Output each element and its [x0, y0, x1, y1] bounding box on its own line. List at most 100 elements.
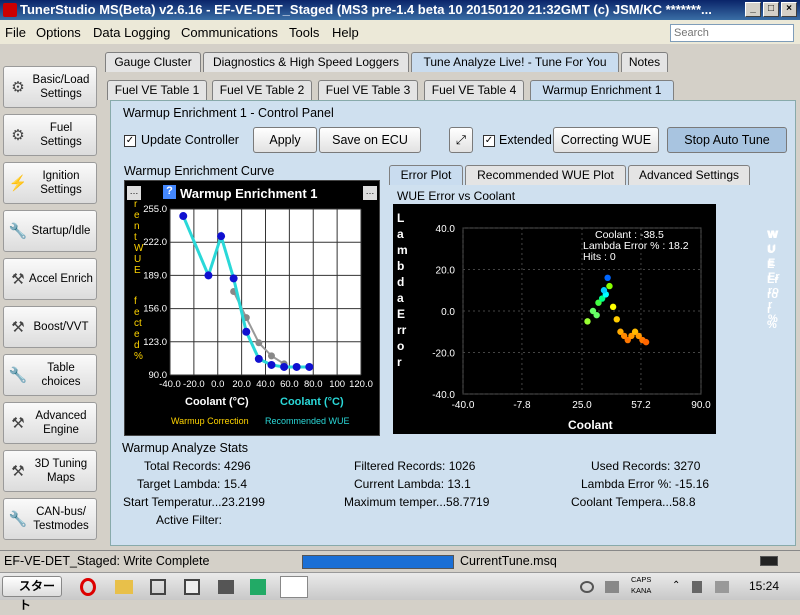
terminal-icon[interactable]: [218, 580, 234, 594]
taskbar: スタート CAPS KANA ⌃ 15:24: [0, 572, 800, 612]
warmup-correction-point: [267, 360, 276, 369]
options-icon[interactable]: …: [363, 186, 377, 200]
tab-diagnostics[interactable]: Diagnostics & High Speed Loggers: [203, 52, 409, 72]
search-input[interactable]: [670, 24, 794, 42]
engine-icon: ⚙: [11, 127, 25, 144]
warmup-correction-point: [217, 232, 226, 241]
tab-notes[interactable]: Notes: [621, 52, 668, 72]
curve-ylabel-right: fected %: [134, 296, 143, 362]
tab-advanced-settings[interactable]: Advanced Settings: [628, 165, 750, 185]
sidebar-item-label: Ignition Settings: [40, 170, 82, 196]
engine-icon: ⚙: [11, 79, 25, 96]
sidebar-item-boost-vvt[interactable]: ⚒ Boost/VVT: [3, 306, 97, 348]
warmup-correction-point: [280, 362, 289, 371]
error-plot-chart: 40.0 20.0 0.0 -20.0 -40.0 -40.0 -7.8 25.0 57.2 90…: [393, 204, 780, 434]
stat-target-lambda: Target Lambda: 15.4: [137, 477, 248, 491]
sidebar-item-3d-tuning-maps[interactable]: ⚒ 3D Tuning Maps: [3, 450, 97, 492]
tab-error-plot[interactable]: Error Plot: [389, 165, 463, 185]
tab-fuel-ve-3[interactable]: Fuel VE Table 3: [318, 80, 418, 100]
wrench-icon: 🔧: [8, 223, 28, 240]
legend-warmup-correction: Warmup Correction: [171, 416, 249, 426]
sidebar-item-table-choices[interactable]: 🔧 Table choices: [3, 354, 97, 396]
app-icon-2[interactable]: [150, 579, 166, 595]
apply-button[interactable]: Apply: [253, 127, 317, 153]
tab-tune-analyze[interactable]: Tune Analyze Live! - Tune For You: [411, 52, 619, 72]
sidebar-item-label: Advanced Engine: [35, 410, 87, 436]
network-icon[interactable]: [715, 581, 729, 593]
menu-data-logging[interactable]: Data Logging: [93, 25, 170, 40]
error-section-title: WUE Error vs Coolant: [397, 189, 516, 203]
fullscreen-icon[interactable]: ⤢: [449, 127, 473, 153]
tab-gauge-cluster[interactable]: Gauge Cluster: [105, 52, 201, 72]
opera-icon[interactable]: [80, 578, 96, 596]
folder-icon[interactable]: [115, 580, 133, 594]
y-tick-label: 156.0: [143, 304, 167, 315]
status-message: EF-VE-DET_Staged: Write Complete: [4, 554, 210, 568]
curve-ylabel-left: rent WUE: [134, 199, 144, 276]
tab-recommended-wue[interactable]: Recommended WUE Plot: [465, 165, 626, 185]
menu-options[interactable]: Options: [36, 25, 81, 40]
tools-icon: ⚒: [11, 271, 25, 288]
error-point: [593, 311, 600, 319]
error-x-tick: 57.2: [631, 400, 651, 411]
maximize-button[interactable]: □: [763, 2, 779, 17]
caps-indicator: CAPS: [631, 575, 652, 584]
minimize-button[interactable]: _: [745, 2, 761, 17]
sidebar-item-label: Startup/Idle: [31, 225, 91, 237]
error-point: [584, 318, 591, 325]
curve-section-title: Warmup Enrichment Curve: [124, 164, 275, 178]
stat-total-records: Total Records: 4296: [144, 459, 251, 473]
sidebar-item-fuel-settings[interactable]: ⚙ Fuel Settings: [3, 114, 97, 156]
start-button[interactable]: スタート: [2, 576, 62, 612]
extended-checkbox[interactable]: ✓: [483, 135, 495, 147]
tools-icon: ⚒: [11, 415, 25, 432]
x-tick-label: 100: [329, 379, 345, 390]
save-ecu-button[interactable]: Save on ECU: [319, 127, 421, 153]
close-button[interactable]: ×: [781, 2, 797, 17]
y-tick-label: 255.0: [143, 204, 167, 215]
error-x-tick: -7.8: [513, 400, 531, 411]
tab-fuel-ve-4[interactable]: Fuel VE Table 4: [424, 80, 524, 100]
y-tick-label: 123.0: [143, 337, 167, 348]
menu-help[interactable]: Help: [332, 25, 359, 40]
sidebar-item-label: Basic/Load Settings: [32, 74, 90, 100]
tunerstudio-task-icon[interactable]: [280, 576, 308, 598]
status-file: CurrentTune.msq: [460, 554, 557, 568]
sidebar-item-advanced-engine[interactable]: ⚒ Advanced Engine: [3, 402, 97, 444]
menu-icon[interactable]: …: [127, 186, 141, 200]
stop-auto-tune-button[interactable]: Stop Auto Tune: [667, 127, 787, 153]
sidebar-item-can-bus-testmodes[interactable]: 🔧 CAN-bus/ Testmodes: [3, 498, 97, 540]
curve-xlabel-2: Coolant (°C): [280, 396, 344, 408]
stat-start-temp: Start Temperatur...23.2199: [123, 495, 265, 509]
volume-icon[interactable]: [692, 581, 702, 593]
monitor-icon[interactable]: [250, 579, 266, 595]
tab-warmup-enrichment[interactable]: Warmup Enrichment 1: [530, 80, 674, 100]
hammer-icon: ⚒: [11, 463, 25, 480]
sidebar-item-accel-enrich[interactable]: ⚒ Accel Enrich: [3, 258, 97, 300]
tray-icon-2[interactable]: [605, 581, 619, 593]
tab-fuel-ve-2[interactable]: Fuel VE Table 2: [212, 80, 312, 100]
chart-app-icon[interactable]: [184, 579, 200, 595]
tab-fuel-ve-1[interactable]: Fuel VE Table 1: [107, 80, 207, 100]
warmup-correction-point: [254, 354, 263, 363]
legend-recommended-wue: Recommended WUE: [265, 416, 350, 426]
sidebar-item-ignition-settings[interactable]: ⚡ Ignition Settings: [3, 162, 97, 204]
error-point: [604, 274, 611, 281]
help-icon[interactable]: ?: [163, 185, 176, 199]
menu-file[interactable]: File: [5, 25, 26, 40]
x-tick-label: 120.0: [349, 379, 373, 390]
tray-icon-1[interactable]: [580, 581, 594, 593]
sidebar-item-startup-idle[interactable]: 🔧 Startup/Idle: [3, 210, 97, 252]
title-bar: TunerStudio MS(Beta) v2.6.16 - EF-VE-DET…: [0, 0, 800, 20]
error-tooltip-line: Hits : 0: [583, 251, 616, 263]
sidebar-item-basic-load-settings[interactable]: ⚙ Basic/Load Settings: [3, 66, 97, 108]
correcting-wue-button[interactable]: Correcting WUE: [553, 127, 659, 153]
chevron-up-icon[interactable]: ⌃: [672, 580, 680, 591]
extended-label: Extended: [499, 133, 552, 147]
x-tick-label: 40.0: [256, 379, 275, 390]
menu-communications[interactable]: Communications: [181, 25, 278, 40]
curve-title: Warmup Enrichment 1: [180, 186, 318, 201]
stat-max-temp: Maximum temper...58.7719: [344, 495, 490, 509]
update-controller-checkbox[interactable]: ✓: [124, 135, 136, 147]
menu-tools[interactable]: Tools: [289, 25, 319, 40]
